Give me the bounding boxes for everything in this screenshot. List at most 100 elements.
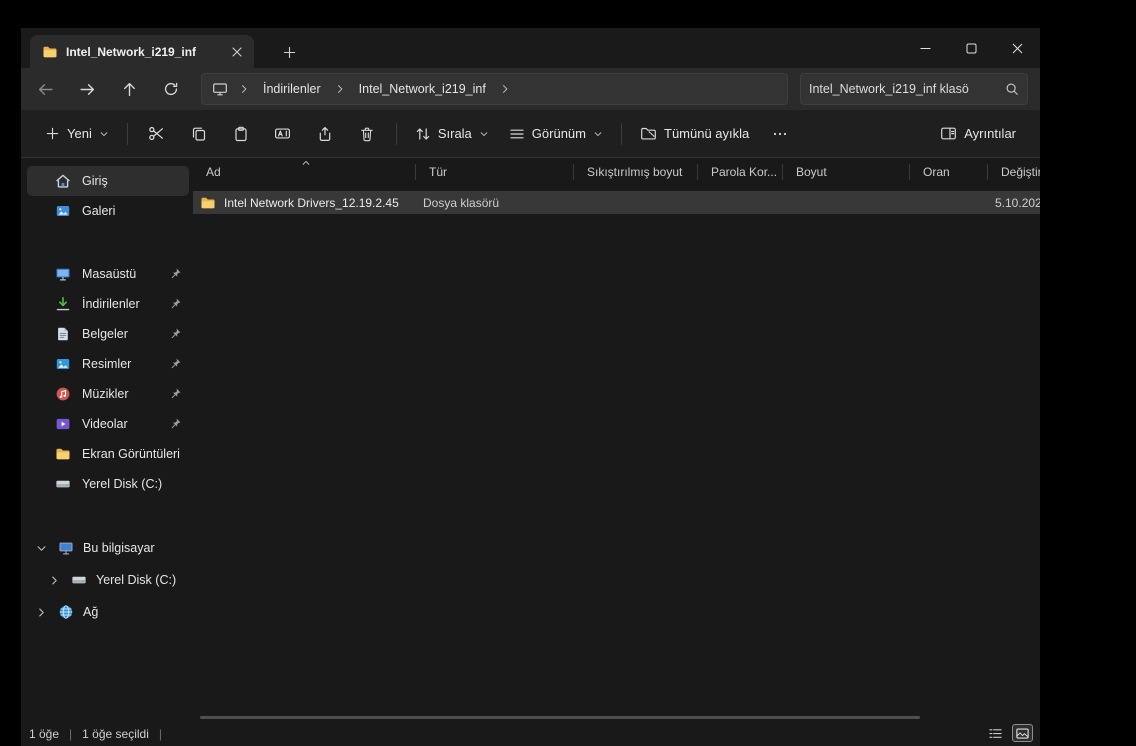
sidebar-item-documents[interactable]: Belgeler bbox=[27, 319, 189, 349]
file-modified-cell: 5.10.202 bbox=[995, 191, 1040, 214]
search-icon[interactable] bbox=[1005, 82, 1019, 96]
chevron-right-icon[interactable] bbox=[33, 607, 49, 618]
extract-folder-icon bbox=[640, 125, 657, 142]
breadcrumb[interactable]: İndirilenler Intel_Network_i219_inf bbox=[201, 73, 788, 105]
navigation-bar: İndirilenler Intel_Network_i219_inf bbox=[21, 68, 1040, 110]
pin-icon bbox=[169, 417, 182, 430]
sidebar-label: Bu bilgisayar bbox=[83, 541, 155, 555]
sidebar-label: Masaüstü bbox=[82, 267, 137, 281]
copy-button[interactable] bbox=[180, 117, 218, 151]
folder-icon bbox=[200, 195, 216, 211]
search-input[interactable] bbox=[809, 82, 1005, 96]
chevron-down-icon bbox=[479, 129, 489, 139]
this-pc-icon bbox=[208, 81, 232, 97]
column-label: Oran bbox=[923, 165, 950, 179]
sort-button[interactable]: Sırala bbox=[405, 117, 499, 151]
pictures-icon bbox=[55, 356, 71, 372]
sidebar-item-network[interactable]: Ağ bbox=[27, 596, 189, 628]
sidebar-item-screenshots[interactable]: Ekran Görüntüleri bbox=[27, 439, 189, 469]
column-label: Parola Kor... bbox=[711, 165, 778, 179]
tab-close-icon[interactable] bbox=[226, 41, 248, 63]
details-pane-button[interactable]: Ayrıntılar bbox=[930, 117, 1026, 151]
thumbnail-view-button[interactable] bbox=[1012, 724, 1033, 742]
column-header-compressed-size[interactable]: Sıkıştırılmış boyut bbox=[574, 158, 698, 186]
breadcrumb-item-current[interactable]: Intel_Network_i219_inf bbox=[352, 78, 493, 100]
toolbar-separator bbox=[395, 122, 397, 145]
file-modified-date: 5.10.202 bbox=[995, 195, 1040, 210]
column-header-size[interactable]: Boyut bbox=[783, 158, 910, 186]
rename-button[interactable] bbox=[264, 117, 302, 151]
this-pc-icon bbox=[58, 540, 74, 556]
sidebar-item-videos[interactable]: Videolar bbox=[27, 409, 189, 439]
new-button[interactable]: Yeni bbox=[35, 117, 119, 151]
view-icon bbox=[509, 126, 525, 142]
sidebar-item-local-disk[interactable]: Yerel Disk (C:) bbox=[27, 469, 189, 499]
back-button[interactable] bbox=[27, 73, 63, 105]
share-button[interactable] bbox=[306, 117, 344, 151]
extract-all-button[interactable]: Tümünü ayıkla bbox=[630, 117, 759, 151]
search-box[interactable] bbox=[800, 73, 1028, 105]
tab-title: Intel_Network_i219_inf bbox=[66, 44, 197, 59]
breadcrumb-item-downloads[interactable]: İndirilenler bbox=[256, 78, 328, 100]
column-header-name[interactable]: Ad bbox=[193, 158, 416, 186]
pin-icon bbox=[169, 357, 182, 370]
delete-button[interactable] bbox=[348, 117, 386, 151]
details-pane-label: Ayrıntılar bbox=[964, 126, 1016, 141]
extract-all-label: Tümünü ayıkla bbox=[664, 126, 750, 141]
sidebar-item-home[interactable]: Giriş bbox=[27, 166, 189, 196]
file-name: Intel Network Drivers_12.19.2.45 bbox=[224, 195, 399, 210]
column-label: Değiştir bbox=[1001, 165, 1040, 179]
sidebar-label: Giriş bbox=[82, 174, 108, 188]
chevron-right-icon[interactable] bbox=[46, 575, 62, 586]
details-pane-icon bbox=[940, 125, 957, 142]
file-type-cell: Dosya klasörü bbox=[423, 191, 499, 214]
sidebar-item-desktop[interactable]: Masaüstü bbox=[27, 259, 189, 289]
sidebar-label: Yerel Disk (C:) bbox=[82, 477, 163, 491]
column-header-modified[interactable]: Değiştir bbox=[988, 158, 1040, 186]
column-label: Tür bbox=[429, 165, 447, 179]
pin-icon bbox=[169, 327, 182, 340]
pin-icon bbox=[169, 267, 182, 280]
drive-icon bbox=[71, 572, 87, 588]
status-bar: 1 öğe | 1 öğe seçildi | bbox=[21, 722, 1040, 746]
sidebar-item-music[interactable]: Müzikler bbox=[27, 379, 189, 409]
column-header-type[interactable]: Tür bbox=[416, 158, 574, 186]
view-toggles bbox=[985, 724, 1033, 742]
up-button[interactable] bbox=[111, 73, 147, 105]
sidebar-item-gallery[interactable]: Galeri bbox=[27, 196, 189, 226]
chevron-right-icon bbox=[234, 83, 254, 95]
sidebar-item-pictures[interactable]: Resimler bbox=[27, 349, 189, 379]
sort-icon bbox=[415, 126, 431, 142]
chevron-down-icon[interactable] bbox=[33, 543, 49, 554]
pin-icon bbox=[169, 387, 182, 400]
sort-button-label: Sırala bbox=[437, 126, 472, 141]
videos-icon bbox=[55, 416, 71, 432]
cut-button[interactable] bbox=[138, 117, 176, 151]
explorer-tab[interactable]: Intel_Network_i219_inf bbox=[30, 35, 254, 68]
minimize-button[interactable] bbox=[902, 28, 948, 68]
details-view-button[interactable] bbox=[985, 724, 1006, 742]
view-button[interactable]: Görünüm bbox=[499, 117, 613, 151]
file-row-selected[interactable]: Intel Network Drivers_12.19.2.45 Dosya k… bbox=[193, 191, 1040, 214]
maximize-button[interactable] bbox=[948, 28, 994, 68]
sidebar-item-local-disk-tree[interactable]: Yerel Disk (C:) bbox=[27, 564, 189, 596]
forward-button[interactable] bbox=[69, 73, 105, 105]
sidebar-item-this-pc[interactable]: Bu bilgisayar bbox=[27, 532, 189, 564]
sort-ascending-icon bbox=[301, 158, 311, 168]
more-options-button[interactable] bbox=[761, 117, 799, 151]
new-tab-button[interactable] bbox=[275, 38, 303, 66]
column-label: Ad bbox=[206, 165, 221, 179]
item-count: 1 öğe bbox=[29, 727, 60, 741]
paste-button[interactable] bbox=[222, 117, 260, 151]
horizontal-scrollbar[interactable] bbox=[200, 716, 920, 719]
column-header-password[interactable]: Parola Kor... bbox=[698, 158, 783, 186]
column-header-ratio[interactable]: Oran bbox=[910, 158, 988, 186]
status-separator: | bbox=[69, 727, 73, 741]
close-button[interactable] bbox=[994, 28, 1040, 68]
refresh-button[interactable] bbox=[153, 73, 189, 105]
folder-icon bbox=[55, 446, 71, 462]
folder-icon bbox=[42, 44, 58, 60]
sidebar-label: Müzikler bbox=[82, 387, 129, 401]
toolbar-separator bbox=[621, 122, 622, 145]
sidebar-item-downloads[interactable]: İndirilenler bbox=[27, 289, 189, 319]
